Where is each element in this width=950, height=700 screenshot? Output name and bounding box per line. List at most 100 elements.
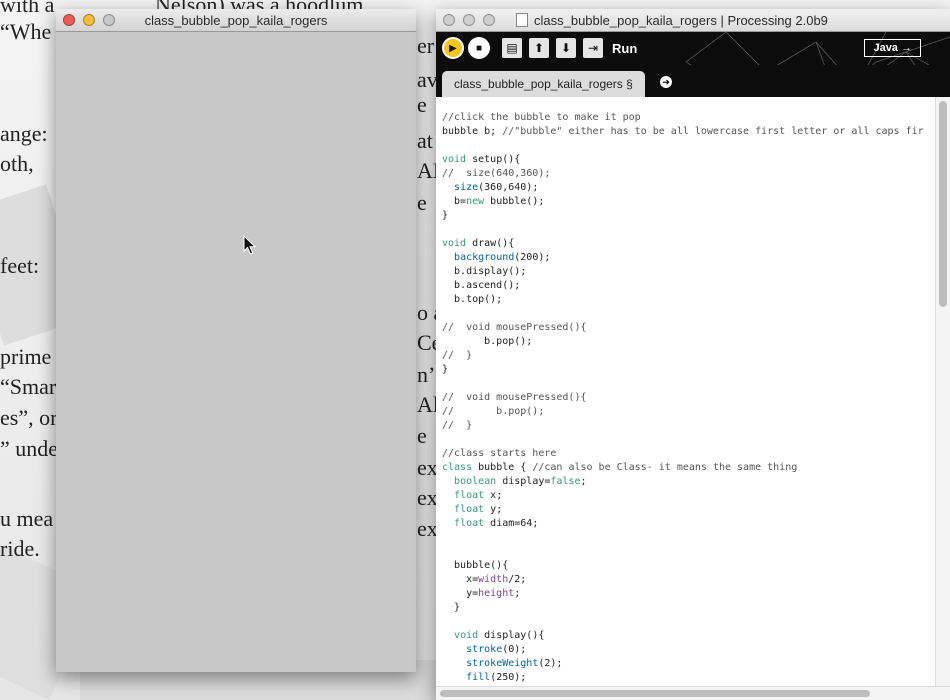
tab-sketch[interactable]: class_bubble_pop_kaila_rogers § [442,71,645,97]
close-icon[interactable] [443,14,455,26]
bg-text: u mea [0,506,54,531]
run-button[interactable]: ▶ [442,37,464,59]
stop-icon: ■ [475,42,483,54]
bg-text: e [417,423,427,448]
open-button[interactable]: ⬆ [529,38,549,58]
bg-text: prime [0,344,52,369]
code-line[interactable]: } [442,601,936,615]
code-line[interactable]: bubble b; //"bubble" either has to be al… [442,125,936,139]
mode-selector[interactable]: Java → [864,39,921,57]
export-button[interactable]: ⇥ [583,38,603,58]
bg-text: ” unde [0,436,59,461]
ide-window-title: class_bubble_pop_kaila_rogers | Processi… [534,13,828,28]
bg-text: oth, [0,151,34,176]
code-line[interactable]: size(360,640); [442,181,936,195]
horizontal-scrollbar[interactable] [436,686,950,700]
arrow-right-icon: → [901,42,912,54]
mode-label: Java [873,42,898,54]
code-line[interactable] [442,139,936,153]
code-line[interactable]: // void mousePressed(){ [442,391,936,405]
vertical-scrollbar[interactable] [935,97,950,687]
new-button[interactable]: ▤ [502,38,522,58]
sketch-titlebar[interactable]: class_bubble_pop_kaila_rogers [56,9,416,32]
scroll-thumb[interactable] [939,101,947,307]
document-icon [516,13,528,27]
code-line[interactable]: // size(640,360); [442,167,936,181]
code-line[interactable] [442,377,936,391]
code-line[interactable]: b.pop(); [442,335,936,349]
bg-text: “Whe [0,19,52,44]
bg-text: ride. [0,536,40,561]
tab-bar: class_bubble_pop_kaila_rogers § ➜ [436,65,950,97]
bg-text: with a [0,0,55,17]
ide-titlebar[interactable]: class_bubble_pop_kaila_rogers | Processi… [436,9,950,32]
code-line[interactable]: float diam=64; [442,517,936,531]
download-arrow-icon: ⬇ [560,41,572,55]
play-icon: ▶ [449,42,457,54]
sketch-canvas[interactable] [56,32,416,672]
bg-text: e [417,190,427,215]
code-line[interactable]: void setup(){ [442,153,936,167]
code-line[interactable]: b.top(); [442,293,936,307]
code-line[interactable]: fill(250); [442,671,936,685]
bg-text: at [417,128,433,153]
code-line[interactable] [442,223,936,237]
ide-window-title-wrap: class_bubble_pop_kaila_rogers | Processi… [516,13,950,28]
bg-text: “Smar [0,374,57,399]
tab-menu-arrow-icon[interactable]: ➜ [660,76,672,88]
zoom-icon[interactable] [483,14,495,26]
save-button[interactable]: ⬇ [556,38,576,58]
run-label: Run [612,41,638,56]
code-line[interactable]: //class starts here [442,447,936,461]
bg-text: feet: [0,253,40,278]
code-line[interactable]: void draw(){ [442,237,936,251]
ide-toolbar: ▶ ■ ▤ ⬆ ⬇ ⇥ Run Java → [436,32,950,65]
bg-text: ex [417,455,438,480]
code-editor[interactable]: //click the bubble to make it pop bubble … [436,97,936,687]
bg-text: av [417,67,438,92]
code-line[interactable]: void display(){ [442,629,936,643]
code-line[interactable]: // void mousePressed(){ [442,321,936,335]
code-line[interactable]: y=height; [442,587,936,601]
code-line[interactable]: } [442,209,936,223]
bg-text: ex [417,485,438,510]
code-line[interactable]: b=new bubble(); [442,195,936,209]
code-line[interactable]: stroke(0); [442,643,936,657]
code-line[interactable]: float x; [442,489,936,503]
bg-text: ange: [0,121,48,146]
code-line[interactable] [442,615,936,629]
code-line[interactable]: class bubble { //can also be Class- it m… [442,461,936,475]
code-line[interactable] [442,545,936,559]
code-line[interactable]: boolean display=false; [442,475,936,489]
code-line[interactable]: float y; [442,503,936,517]
code-line[interactable]: strokeWeight(2); [442,657,936,671]
code-line[interactable]: //click the bubble to make it pop [442,111,936,125]
code-line[interactable]: // } [442,419,936,433]
new-file-icon: ▤ [506,41,518,55]
tab-label: class_bubble_pop_kaila_rogers § [454,77,633,91]
code-line[interactable]: background(200); [442,251,936,265]
code-line[interactable]: // b.pop(); [442,405,936,419]
code-line[interactable]: // } [442,349,936,363]
sketch-window-title: class_bubble_pop_kaila_rogers [144,13,328,28]
bg-text: es”, or [0,405,58,430]
minimize-icon[interactable] [463,14,475,26]
code-line[interactable]: x=width/2; [442,573,936,587]
code-line[interactable]: b.ascend(); [442,279,936,293]
bg-text: ex [417,516,438,541]
code-line[interactable] [442,307,936,321]
code-line[interactable] [442,531,936,545]
bg-text: e [417,92,427,117]
processing-ide-window: class_bubble_pop_kaila_rogers | Processi… [436,9,950,700]
code-line[interactable]: bubble(){ [442,559,936,573]
scroll-thumb[interactable] [440,690,870,697]
bg-text: er [417,33,435,58]
upload-arrow-icon: ⬆ [533,41,545,55]
code-line[interactable] [442,433,936,447]
export-arrow-icon: ⇥ [587,41,599,55]
sketch-window: class_bubble_pop_kaila_rogers [56,9,416,672]
code-line[interactable]: b.display(); [442,265,936,279]
code-line[interactable]: } [442,363,936,377]
stop-button[interactable]: ■ [468,37,490,59]
code-text[interactable]: //click the bubble to make it pop bubble … [436,97,936,685]
